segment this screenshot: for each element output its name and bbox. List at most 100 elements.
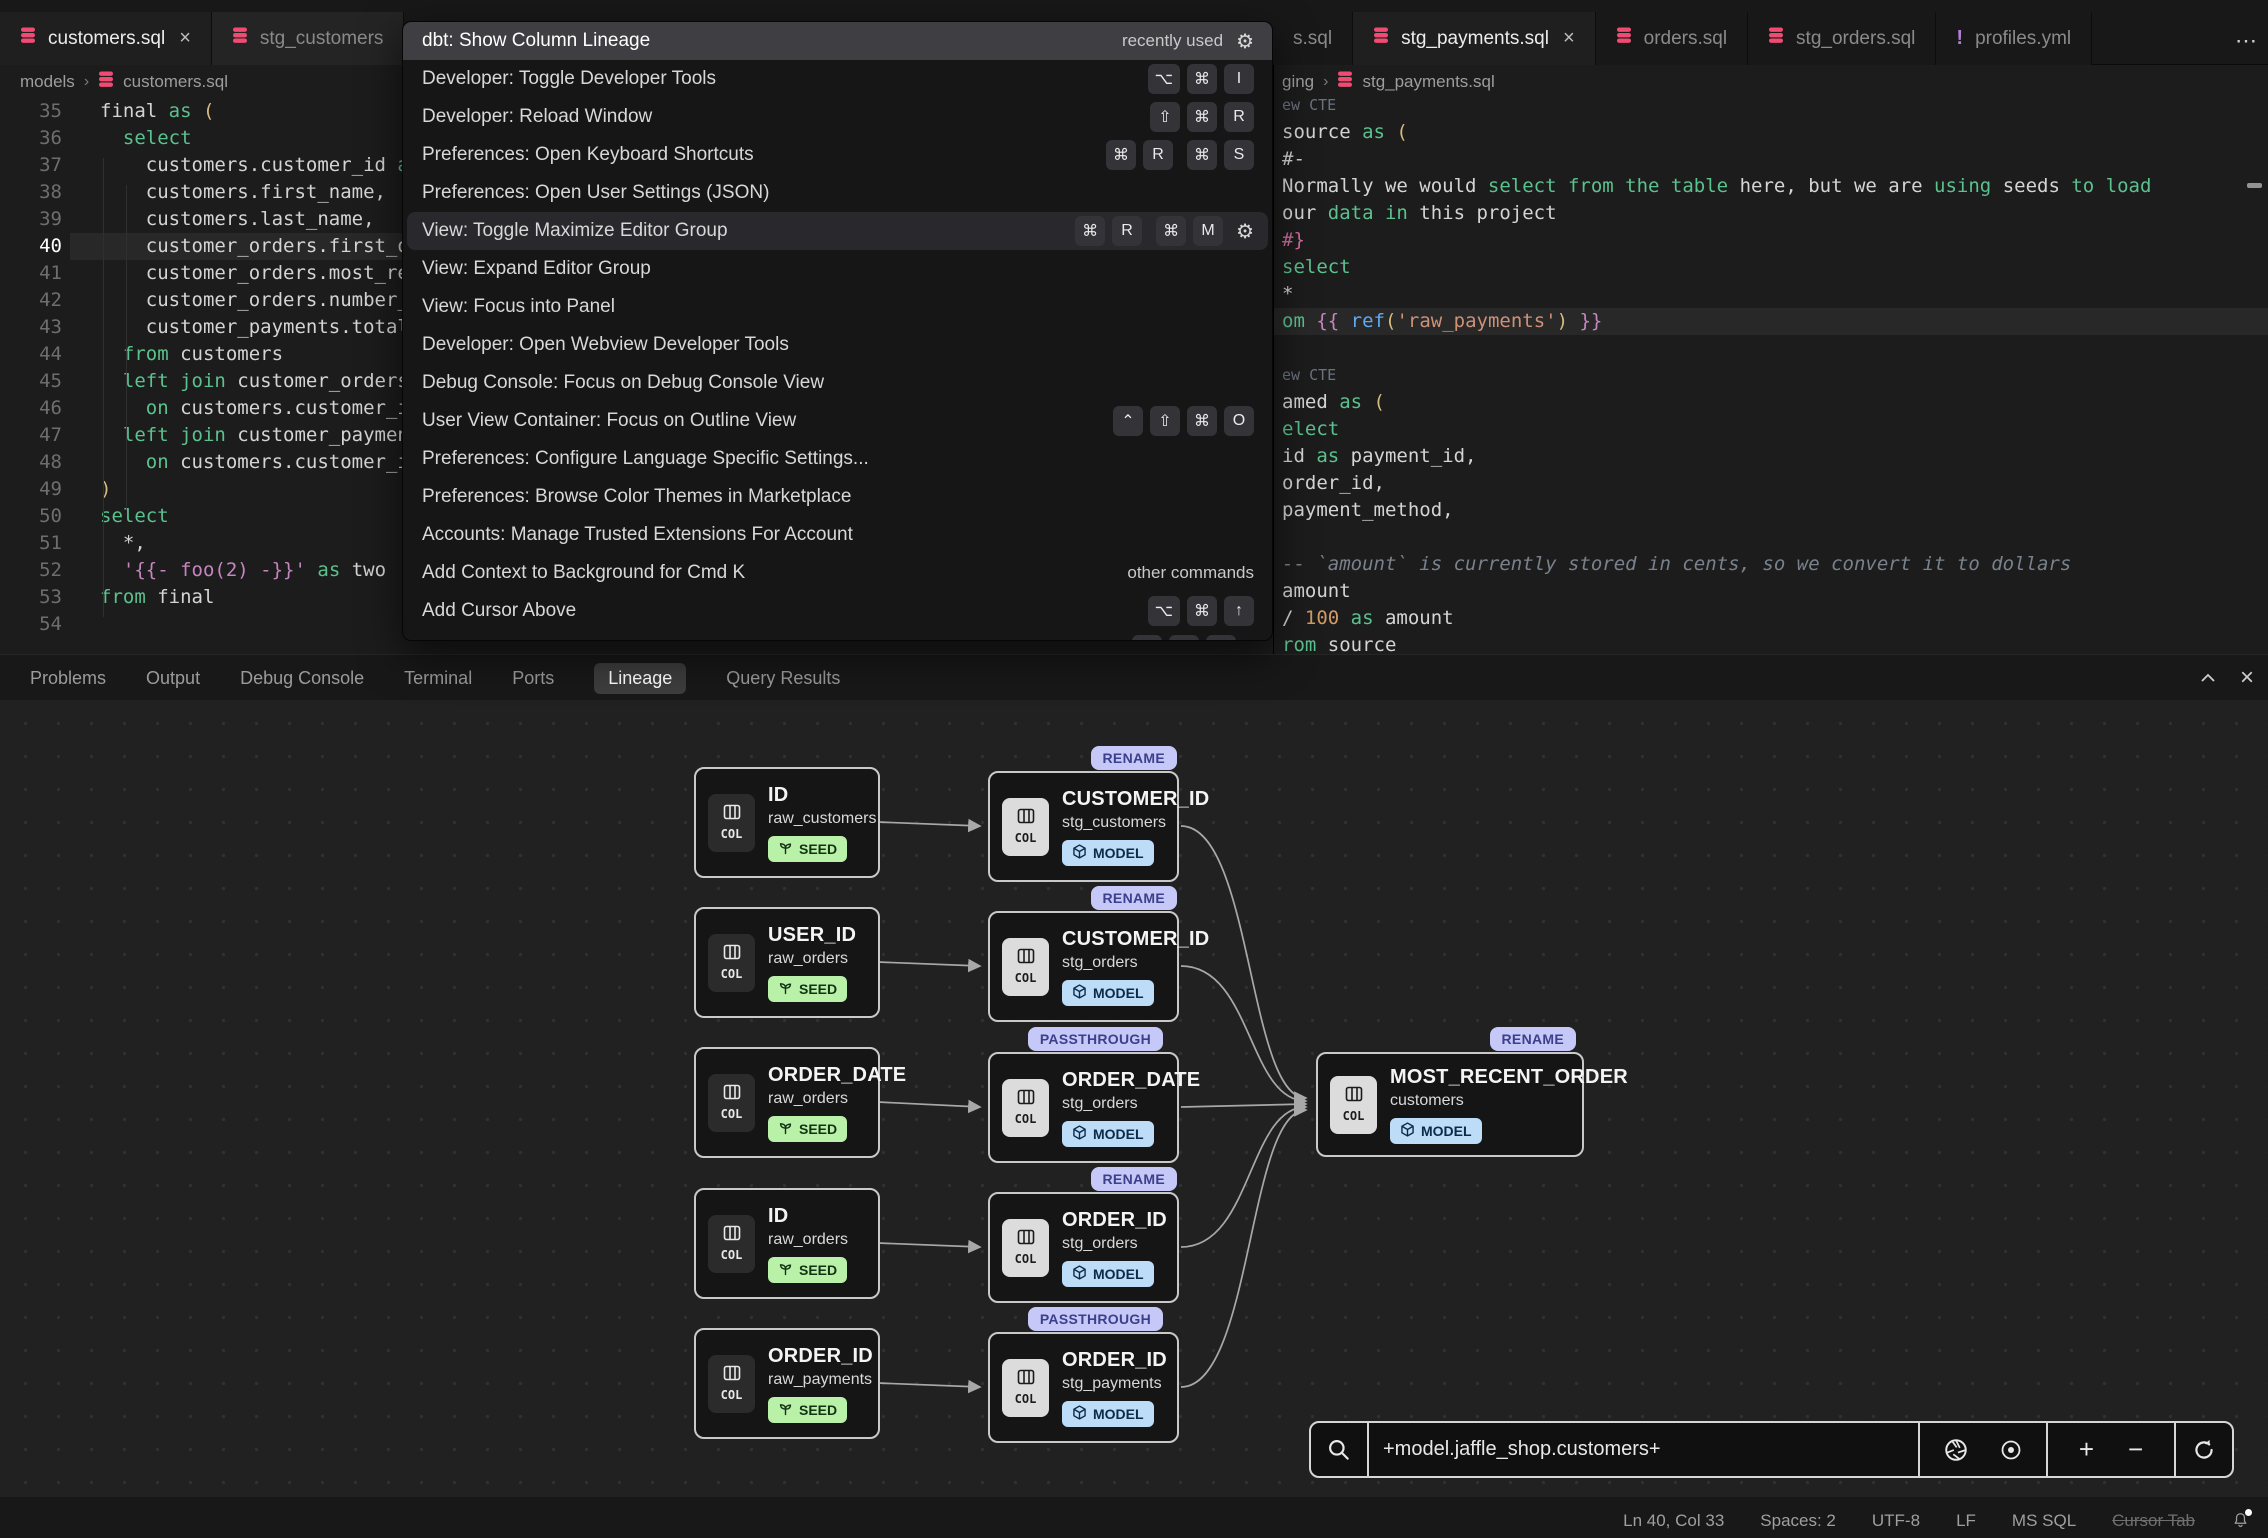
palette-item[interactable]: Preferences: Configure Language Specific… (403, 440, 1272, 478)
palette-item[interactable]: Debug Console: Focus on Debug Console Vi… (403, 364, 1272, 402)
panel-tab-terminal[interactable]: Terminal (404, 668, 472, 689)
palette-item[interactable]: Developer: Open Webview Developer Tools (403, 326, 1272, 364)
zoom-out-button[interactable]: − (2128, 1434, 2143, 1465)
lineage-node-customers-most_recent_order[interactable]: COLMOST_RECENT_ORDERcustomersMODELRENAME (1316, 1052, 1584, 1157)
lineage-node-raw_orders-id[interactable]: COLIDraw_ordersSEED (694, 1188, 880, 1299)
status-cursor-tab[interactable]: Cursor Tab (2112, 1511, 2195, 1531)
breadcrumb-item[interactable]: models (20, 72, 75, 92)
tab-profiles-yml[interactable]: !profiles.yml (1936, 12, 2092, 65)
status-item[interactable]: UTF-8 (1872, 1511, 1920, 1531)
right-editor[interactable]: ging›stg_payments.sqlew CTEsource as (#-… (1273, 65, 2268, 654)
palette-item[interactable]: Preferences: Open User Settings (JSON) (403, 174, 1272, 212)
line-number: 52 (0, 557, 62, 584)
lineage-node-raw_orders-user_id[interactable]: COLUSER_IDraw_ordersSEED (694, 907, 880, 1018)
badge-label: SEED (799, 1262, 837, 1278)
line-number: 51 (0, 530, 62, 557)
lineage-node-raw_payments-order_id[interactable]: COLORDER_IDraw_paymentsSEED (694, 1328, 880, 1439)
cube-icon (1400, 1122, 1415, 1140)
lineage-node-raw_customers-id[interactable]: COLIDraw_customersSEED (694, 767, 880, 878)
lineage-canvas[interactable]: COLIDraw_customersSEED COLCUSTOMER_IDstg_… (0, 700, 2268, 1497)
database-icon (98, 71, 114, 93)
palette-item[interactable]: dbt: Show Column Lineagerecently used⚙ (403, 22, 1272, 60)
code-token: left join (123, 424, 237, 446)
breadcrumb-item[interactable]: stg_payments.sql (1362, 72, 1494, 92)
panel-maximize-chevron-icon[interactable] (2198, 668, 2218, 688)
palette-item[interactable]: View: Focus into Panel (403, 288, 1272, 326)
tab-orders-sql[interactable]: orders.sql (1596, 12, 1748, 65)
badge-label: MODEL (1093, 1266, 1144, 1282)
shortcut-key: ↑ (1224, 596, 1254, 626)
palette-item[interactable]: Add Context to Background for Cmd Kother… (403, 554, 1272, 592)
breadcrumb-item[interactable]: customers.sql (123, 72, 228, 92)
tab-customers-sql[interactable]: customers.sql× (0, 12, 212, 65)
node-subtitle: raw_orders (768, 1090, 906, 1108)
lineage-search-bar: +− (1309, 1421, 2234, 1478)
tab-stg_orders-sql[interactable]: stg_orders.sql (1748, 12, 1936, 65)
palette-item[interactable]: Developer: Reload Window⇧⌘R (403, 98, 1272, 136)
tab-stg_customers[interactable]: stg_customers (212, 12, 405, 65)
palette-item[interactable]: Add Cursor Above⌥⌘↑ (403, 592, 1272, 630)
shortcut-key: R (1143, 140, 1173, 170)
bell-icon[interactable] (2231, 1511, 2250, 1530)
columns-glyph-icon (1017, 1369, 1035, 1390)
status-item[interactable]: LF (1956, 1511, 1976, 1531)
panel-tab-query-results[interactable]: Query Results (726, 668, 840, 689)
node-subtitle: raw_payments (768, 1371, 873, 1389)
panel-tab-ports[interactable]: Ports (512, 668, 554, 689)
code-token: as (1316, 445, 1350, 467)
panel-tab-output[interactable]: Output (146, 668, 200, 689)
tab-s-sql[interactable]: s.sql (1273, 12, 1353, 65)
breadcrumb-item[interactable]: ging (1282, 72, 1314, 92)
shortcut-key: R (1224, 102, 1254, 132)
tab-close-icon[interactable]: × (179, 27, 191, 50)
gear-icon[interactable]: ⚙ (1236, 219, 1254, 243)
refresh-button[interactable] (2174, 1423, 2232, 1476)
editor-actions-more-icon[interactable]: ⋯ (2235, 28, 2258, 54)
code-line: rom source (1274, 632, 2268, 654)
right-tab-group: s.sqlstg_payments.sql×orders.sqlstg_orde… (1273, 12, 2092, 65)
col-label: COL (1015, 831, 1037, 845)
columns-glyph-icon (1017, 808, 1035, 829)
badge-label: MODEL (1421, 1123, 1472, 1139)
palette-item-label: Developer: Open Webview Developer Tools (422, 334, 789, 356)
palette-item[interactable]: View: Toggle Maximize Editor Group⌘R⌘M⚙ (407, 212, 1268, 250)
line-number: 45 (0, 368, 62, 395)
palette-item[interactable]: User View Container: Focus on Outline Vi… (403, 402, 1272, 440)
line-number: 40 (0, 233, 62, 260)
lineage-node-stg_customers-customer_id[interactable]: COLCUSTOMER_IDstg_customersMODELRENAME (988, 771, 1179, 882)
lineage-node-stg_payments-order_id[interactable]: COLORDER_IDstg_paymentsMODELPASSTHROUGH (988, 1332, 1179, 1443)
panel-header: Problems Output Debug Console Terminal Ports… (0, 654, 2268, 700)
panel-close-icon[interactable]: × (2240, 664, 2254, 692)
panel-tab-problems[interactable]: Problems (30, 668, 106, 689)
sprout-icon (778, 980, 793, 998)
zoom-in-button[interactable]: + (2079, 1434, 2094, 1465)
node-title: ID (768, 1205, 848, 1228)
lineage-search-input[interactable] (1369, 1438, 1918, 1461)
palette-item[interactable]: Developer: Toggle Developer Tools⌥⌘I (403, 60, 1272, 98)
shortcut-key: I (1224, 64, 1254, 94)
code-text: ew CTE (1282, 92, 1336, 119)
gear-icon[interactable]: ⚙ (1236, 29, 1254, 53)
status-item[interactable]: MS SQL (2012, 1511, 2076, 1531)
lineage-node-stg_orders-customer_id[interactable]: COLCUSTOMER_IDstg_ordersMODELRENAME (988, 911, 1179, 1022)
lineage-node-raw_orders-order_date[interactable]: COLORDER_DATEraw_ordersSEED (694, 1047, 880, 1158)
panel-tab-lineage[interactable]: Lineage (594, 663, 686, 694)
palette-item[interactable]: Accounts: Manage Trusted Extensions For … (403, 516, 1272, 554)
tab-close-icon[interactable]: × (1563, 27, 1575, 50)
line-number: 43 (0, 314, 62, 341)
status-item[interactable]: Spaces: 2 (1760, 1511, 1836, 1531)
palette-item[interactable]: Preferences: Open Keyboard Shortcuts⌘R⌘S (403, 136, 1272, 174)
palette-item[interactable]: Preferences: Browse Color Themes in Mark… (403, 478, 1272, 516)
aperture-icon[interactable] (1943, 1437, 1969, 1463)
code-token: from (123, 343, 180, 365)
lineage-node-stg_orders-order_date[interactable]: COLORDER_DATEstg_ordersMODELPASSTHROUGH (988, 1052, 1179, 1163)
code-token: customers (180, 343, 283, 365)
lineage-node-stg_orders-order_id[interactable]: COLORDER_IDstg_ordersMODELRENAME (988, 1192, 1179, 1303)
panel-tab-debug-console[interactable]: Debug Console (240, 668, 364, 689)
palette-item[interactable]: View: Expand Editor Group (403, 250, 1272, 288)
col-label: COL (1015, 1252, 1037, 1266)
tab-stg_payments-sql[interactable]: stg_payments.sql× (1353, 12, 1596, 65)
status-item[interactable]: Ln 40, Col 33 (1623, 1511, 1724, 1531)
sprout-icon (778, 840, 793, 858)
target-icon[interactable] (1999, 1438, 2023, 1462)
